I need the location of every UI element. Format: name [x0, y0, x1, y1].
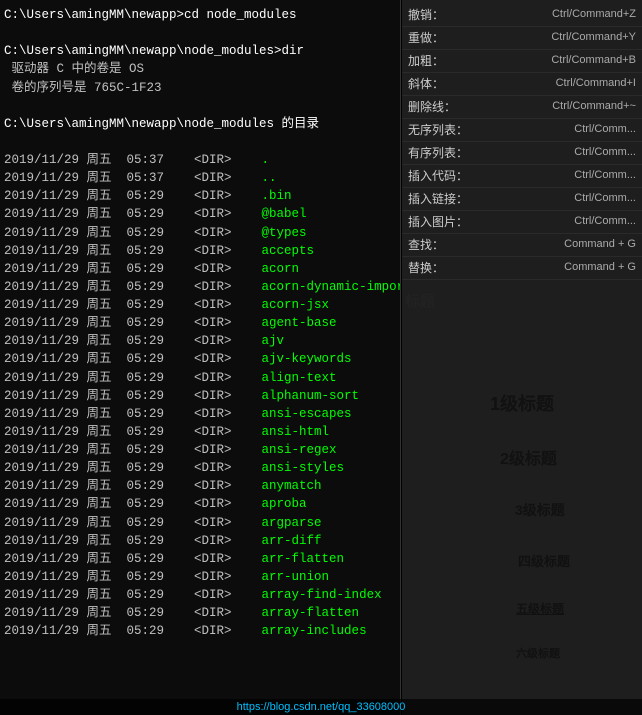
dir-entry-1: 2019/11/29 周五 05:37 <DIR> ..: [4, 169, 396, 187]
terminal-pane: C:\Users\amingMM\newapp>cd node_modules …: [0, 0, 400, 715]
dir-entry-22: 2019/11/29 周五 05:29 <DIR> arr-flatten: [4, 550, 396, 568]
shortcut-key-9: Ctrl/Comm...: [472, 213, 636, 231]
dir-entry-25: 2019/11/29 周五 05:29 <DIR> array-flatten: [4, 604, 396, 622]
dir-entry-4: 2019/11/29 周五 05:29 <DIR> @types: [4, 224, 396, 242]
dir-header: C:\Users\amingMM\newapp\node_modules 的目录: [4, 115, 396, 133]
cmd-line-2: C:\Users\amingMM\newapp\node_modules>dir: [4, 42, 396, 60]
shortcut-label-5: 无序列表：: [408, 121, 468, 139]
shortcut-key-3: Ctrl/Command+I: [448, 75, 636, 93]
shortcut-label-6: 有序列表：: [408, 144, 468, 162]
cmd-line-1: C:\Users\amingMM\newapp>cd node_modules: [4, 6, 396, 24]
shortcut-key-0: Ctrl/Command+Z: [448, 6, 636, 24]
shortcut-row-7: 插入代码：Ctrl/Comm...: [402, 165, 642, 188]
dir-entry-12: 2019/11/29 周五 05:29 <DIR> align-text: [4, 369, 396, 387]
blank-3: [4, 133, 396, 151]
shortcut-label-0: 撤销：: [408, 6, 444, 24]
shortcut-label-1: 重做：: [408, 29, 444, 47]
dir-entry-9: 2019/11/29 周五 05:29 <DIR> agent-base: [4, 314, 396, 332]
shortcut-row-10: 查找：Command + G: [402, 234, 642, 257]
shortcut-row-1: 重做：Ctrl/Command+Y: [402, 27, 642, 50]
serial-info: 卷的序列号是 765C-1F23: [4, 79, 396, 97]
dir-entry-18: 2019/11/29 周五 05:29 <DIR> anymatch: [4, 477, 396, 495]
dir-entry-8: 2019/11/29 周五 05:29 <DIR> acorn-jsx: [4, 296, 396, 314]
dir-entry-16: 2019/11/29 周五 05:29 <DIR> ansi-regex: [4, 441, 396, 459]
dir-entry-24: 2019/11/29 周五 05:29 <DIR> array-find-ind…: [4, 586, 396, 604]
shortcut-label-7: 插入代码：: [408, 167, 468, 185]
shortcut-label-3: 斜体：: [408, 75, 444, 93]
shortcut-label-10: 查找：: [408, 236, 444, 254]
dir-entry-20: 2019/11/29 周五 05:29 <DIR> argparse: [4, 514, 396, 532]
dir-entry-17: 2019/11/29 周五 05:29 <DIR> ansi-styles: [4, 459, 396, 477]
dir-entry-2: 2019/11/29 周五 05:29 <DIR> .bin: [4, 187, 396, 205]
dir-entry-7: 2019/11/29 周五 05:29 <DIR> acorn-dynamic-…: [4, 278, 396, 296]
dir-entry-19: 2019/11/29 周五 05:29 <DIR> aproba: [4, 495, 396, 513]
blank-2: [4, 97, 396, 115]
shortcut-key-8: Ctrl/Comm...: [472, 190, 636, 208]
shortcut-label-11: 替换：: [408, 259, 444, 277]
dir-entry-0: 2019/11/29 周五 05:37 <DIR> .: [4, 151, 396, 169]
shortcut-label-8: 插入链接：: [408, 190, 468, 208]
dir-entry-13: 2019/11/29 周五 05:29 <DIR> alphanum-sort: [4, 387, 396, 405]
dir-entry-6: 2019/11/29 周五 05:29 <DIR> acorn: [4, 260, 396, 278]
dir-entry-5: 2019/11/29 周五 05:29 <DIR> accepts: [4, 242, 396, 260]
blank-1: [4, 24, 396, 42]
shortcut-key-10: Command + G: [448, 236, 636, 254]
dir-entry-15: 2019/11/29 周五 05:29 <DIR> ansi-html: [4, 423, 396, 441]
shortcut-key-11: Command + G: [448, 259, 636, 277]
shortcut-label-4: 删除线：: [408, 98, 456, 116]
shortcut-row-11: 替换：Command + G: [402, 257, 642, 280]
drive-info: 驱动器 C 中的卷是 OS: [4, 60, 396, 78]
shortcut-row-8: 插入链接：Ctrl/Comm...: [402, 188, 642, 211]
shortcut-row-5: 无序列表：Ctrl/Comm...: [402, 119, 642, 142]
shortcut-row-9: 插入图片：Ctrl/Comm...: [402, 211, 642, 234]
shortcut-row-6: 有序列表：Ctrl/Comm...: [402, 142, 642, 165]
shortcut-row-2: 加粗：Ctrl/Command+B: [402, 50, 642, 73]
shortcut-key-4: Ctrl/Command+~: [460, 98, 636, 116]
panel-divider: [400, 0, 401, 715]
shortcut-row-3: 斜体：Ctrl/Command+I: [402, 73, 642, 96]
shortcut-key-5: Ctrl/Comm...: [472, 121, 636, 139]
shortcut-row-4: 删除线：Ctrl/Command+~: [402, 96, 642, 119]
shortcut-label-9: 插入图片：: [408, 213, 468, 231]
shortcut-key-6: Ctrl/Comm...: [472, 144, 636, 162]
dir-entry-21: 2019/11/29 周五 05:29 <DIR> arr-diff: [4, 532, 396, 550]
dir-entry-11: 2019/11/29 周五 05:29 <DIR> ajv-keywords: [4, 350, 396, 368]
shortcut-key-1: Ctrl/Command+Y: [448, 29, 636, 47]
dir-entry-3: 2019/11/29 周五 05:29 <DIR> @babel: [4, 205, 396, 223]
dir-entry-10: 2019/11/29 周五 05:29 <DIR> ajv: [4, 332, 396, 350]
shortcut-row-0: 撤销：Ctrl/Command+Z: [402, 4, 642, 27]
dir-entry-14: 2019/11/29 周五 05:29 <DIR> ansi-escapes: [4, 405, 396, 423]
shortcut-key-2: Ctrl/Command+B: [448, 52, 636, 70]
shortcuts-panel: 撤销：Ctrl/Command+Z重做：Ctrl/Command+Y加粗：Ctr…: [402, 0, 642, 715]
shortcut-key-7: Ctrl/Comm...: [472, 167, 636, 185]
url-bar: https://blog.csdn.net/qq_33608000: [0, 699, 642, 715]
shortcut-label-2: 加粗：: [408, 52, 444, 70]
dir-entry-26: 2019/11/29 周五 05:29 <DIR> array-includes: [4, 622, 396, 640]
dir-entry-23: 2019/11/29 周五 05:29 <DIR> arr-union: [4, 568, 396, 586]
